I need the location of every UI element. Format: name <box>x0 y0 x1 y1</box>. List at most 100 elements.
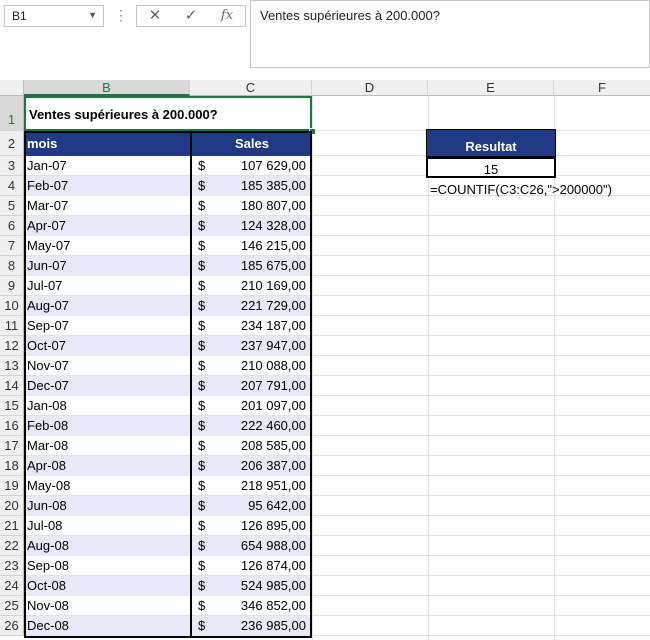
sales-cell[interactable]: $237 947,00 <box>190 336 312 356</box>
sales-cell[interactable]: $524 985,00 <box>190 576 312 596</box>
column-header-d[interactable]: D <box>312 80 428 96</box>
month-cell[interactable]: Jul-08 <box>24 516 190 536</box>
table-row: Aug-07 $221 729,00 <box>24 296 312 316</box>
row-header-16[interactable]: 16 <box>0 416 24 436</box>
month-cell[interactable]: Feb-07 <box>24 176 190 196</box>
row-header-23[interactable]: 23 <box>0 556 24 576</box>
chevron-down-icon[interactable]: ▼ <box>88 10 97 20</box>
column-header-c[interactable]: C <box>190 80 312 96</box>
month-cell[interactable]: Aug-08 <box>24 536 190 556</box>
sales-cell[interactable]: $346 852,00 <box>190 596 312 616</box>
table-row: Nov-08 $346 852,00 <box>24 596 312 616</box>
row-header-6[interactable]: 6 <box>0 216 24 236</box>
row-header-25[interactable]: 25 <box>0 596 24 616</box>
row-header-18[interactable]: 18 <box>0 456 24 476</box>
month-cell[interactable]: May-08 <box>24 476 190 496</box>
row-header-13[interactable]: 13 <box>0 356 24 376</box>
month-cell[interactable]: Nov-08 <box>24 596 190 616</box>
sales-cell[interactable]: $146 215,00 <box>190 236 312 256</box>
row-header-8[interactable]: 8 <box>0 256 24 276</box>
sales-cell[interactable]: $208 585,00 <box>190 436 312 456</box>
month-cell[interactable]: Oct-07 <box>24 336 190 356</box>
sales-cell[interactable]: $222 460,00 <box>190 416 312 436</box>
month-cell[interactable]: Mar-08 <box>24 436 190 456</box>
column-header-f[interactable]: F <box>554 80 650 96</box>
month-cell[interactable]: Jul-07 <box>24 276 190 296</box>
row-header-12[interactable]: 12 <box>0 336 24 356</box>
sales-cell[interactable]: $236 985,00 <box>190 616 312 636</box>
sales-cell[interactable]: $185 675,00 <box>190 256 312 276</box>
sales-cell[interactable]: $221 729,00 <box>190 296 312 316</box>
cancel-icon[interactable]: ✕ <box>141 7 169 25</box>
cell-b1-title[interactable]: Ventes supérieures à 200.000? <box>24 96 312 131</box>
sales-cell[interactable]: $95 642,00 <box>190 496 312 516</box>
sales-cell[interactable]: $206 387,00 <box>190 456 312 476</box>
name-box[interactable]: B1 ▼ <box>4 5 104 27</box>
sales-cell[interactable]: $210 169,00 <box>190 276 312 296</box>
select-all-corner[interactable] <box>0 80 24 96</box>
enter-icon[interactable]: ✓ <box>177 7 205 25</box>
month-cell[interactable]: Apr-07 <box>24 216 190 236</box>
row-header-9[interactable]: 9 <box>0 276 24 296</box>
month-cell[interactable]: Aug-07 <box>24 296 190 316</box>
month-cell[interactable]: Jun-07 <box>24 256 190 276</box>
table-row: Feb-07 $185 385,00 <box>24 176 312 196</box>
column-header-b[interactable]: B <box>24 80 190 96</box>
row-header-11[interactable]: 11 <box>0 316 24 336</box>
formula-input[interactable]: Ventes supérieures à 200.000? <box>250 0 650 68</box>
row-header-10[interactable]: 10 <box>0 296 24 316</box>
month-cell[interactable]: Jan-08 <box>24 396 190 416</box>
result-formula-note[interactable]: =COUNTIF(C3:C26,">200000") <box>430 180 612 200</box>
month-cell[interactable]: Jun-08 <box>24 496 190 516</box>
sales-cell[interactable]: $654 988,00 <box>190 536 312 556</box>
row-header-20[interactable]: 20 <box>0 496 24 516</box>
month-cell[interactable]: Sep-08 <box>24 556 190 576</box>
row-header-15[interactable]: 15 <box>0 396 24 416</box>
month-cell[interactable]: Dec-08 <box>24 616 190 636</box>
sales-cell[interactable]: $126 895,00 <box>190 516 312 536</box>
month-cell[interactable]: Nov-07 <box>24 356 190 376</box>
row-header-7[interactable]: 7 <box>0 236 24 256</box>
sales-cell[interactable]: $207 791,00 <box>190 376 312 396</box>
result-value[interactable]: 15 <box>426 157 556 178</box>
result-header[interactable]: Resultat <box>426 129 556 157</box>
row-header-26[interactable]: 26 <box>0 616 24 636</box>
month-cell[interactable]: Sep-07 <box>24 316 190 336</box>
row-header-1[interactable]: 1 <box>0 96 24 131</box>
month-cell[interactable]: Feb-08 <box>24 416 190 436</box>
sales-amount: 107 629,00 <box>240 158 306 173</box>
month-cell[interactable]: May-07 <box>24 236 190 256</box>
sales-cell[interactable]: $107 629,00 <box>190 156 312 176</box>
month-cell[interactable]: Mar-07 <box>24 196 190 216</box>
more-options-icon[interactable]: ⋮ <box>114 6 128 24</box>
row-header-14[interactable]: 14 <box>0 376 24 396</box>
sales-cell[interactable]: $185 385,00 <box>190 176 312 196</box>
table-header-sales[interactable]: Sales <box>190 131 312 156</box>
currency-symbol: $ <box>198 458 206 473</box>
currency-symbol: $ <box>198 158 206 173</box>
row-header-4[interactable]: 4 <box>0 176 24 196</box>
currency-symbol: $ <box>198 238 206 253</box>
row-header-17[interactable]: 17 <box>0 436 24 456</box>
row-header-2[interactable]: 2 <box>0 131 24 156</box>
month-cell[interactable]: Oct-08 <box>24 576 190 596</box>
month-cell[interactable]: Dec-07 <box>24 376 190 396</box>
month-cell[interactable]: Apr-08 <box>24 456 190 476</box>
sales-cell[interactable]: $124 328,00 <box>190 216 312 236</box>
sales-cell[interactable]: $210 088,00 <box>190 356 312 376</box>
row-header-19[interactable]: 19 <box>0 476 24 496</box>
month-cell[interactable]: Jan-07 <box>24 156 190 176</box>
row-header-22[interactable]: 22 <box>0 536 24 556</box>
sales-cell[interactable]: $201 097,00 <box>190 396 312 416</box>
row-header-21[interactable]: 21 <box>0 516 24 536</box>
insert-function-icon[interactable]: fx <box>213 7 241 25</box>
table-header-month[interactable]: mois <box>24 131 190 156</box>
row-header-3[interactable]: 3 <box>0 156 24 176</box>
sales-cell[interactable]: $234 187,00 <box>190 316 312 336</box>
sales-cell[interactable]: $218 951,00 <box>190 476 312 496</box>
row-header-24[interactable]: 24 <box>0 576 24 596</box>
row-header-5[interactable]: 5 <box>0 196 24 216</box>
column-header-e[interactable]: E <box>428 80 554 96</box>
sales-cell[interactable]: $180 807,00 <box>190 196 312 216</box>
sales-cell[interactable]: $126 874,00 <box>190 556 312 576</box>
